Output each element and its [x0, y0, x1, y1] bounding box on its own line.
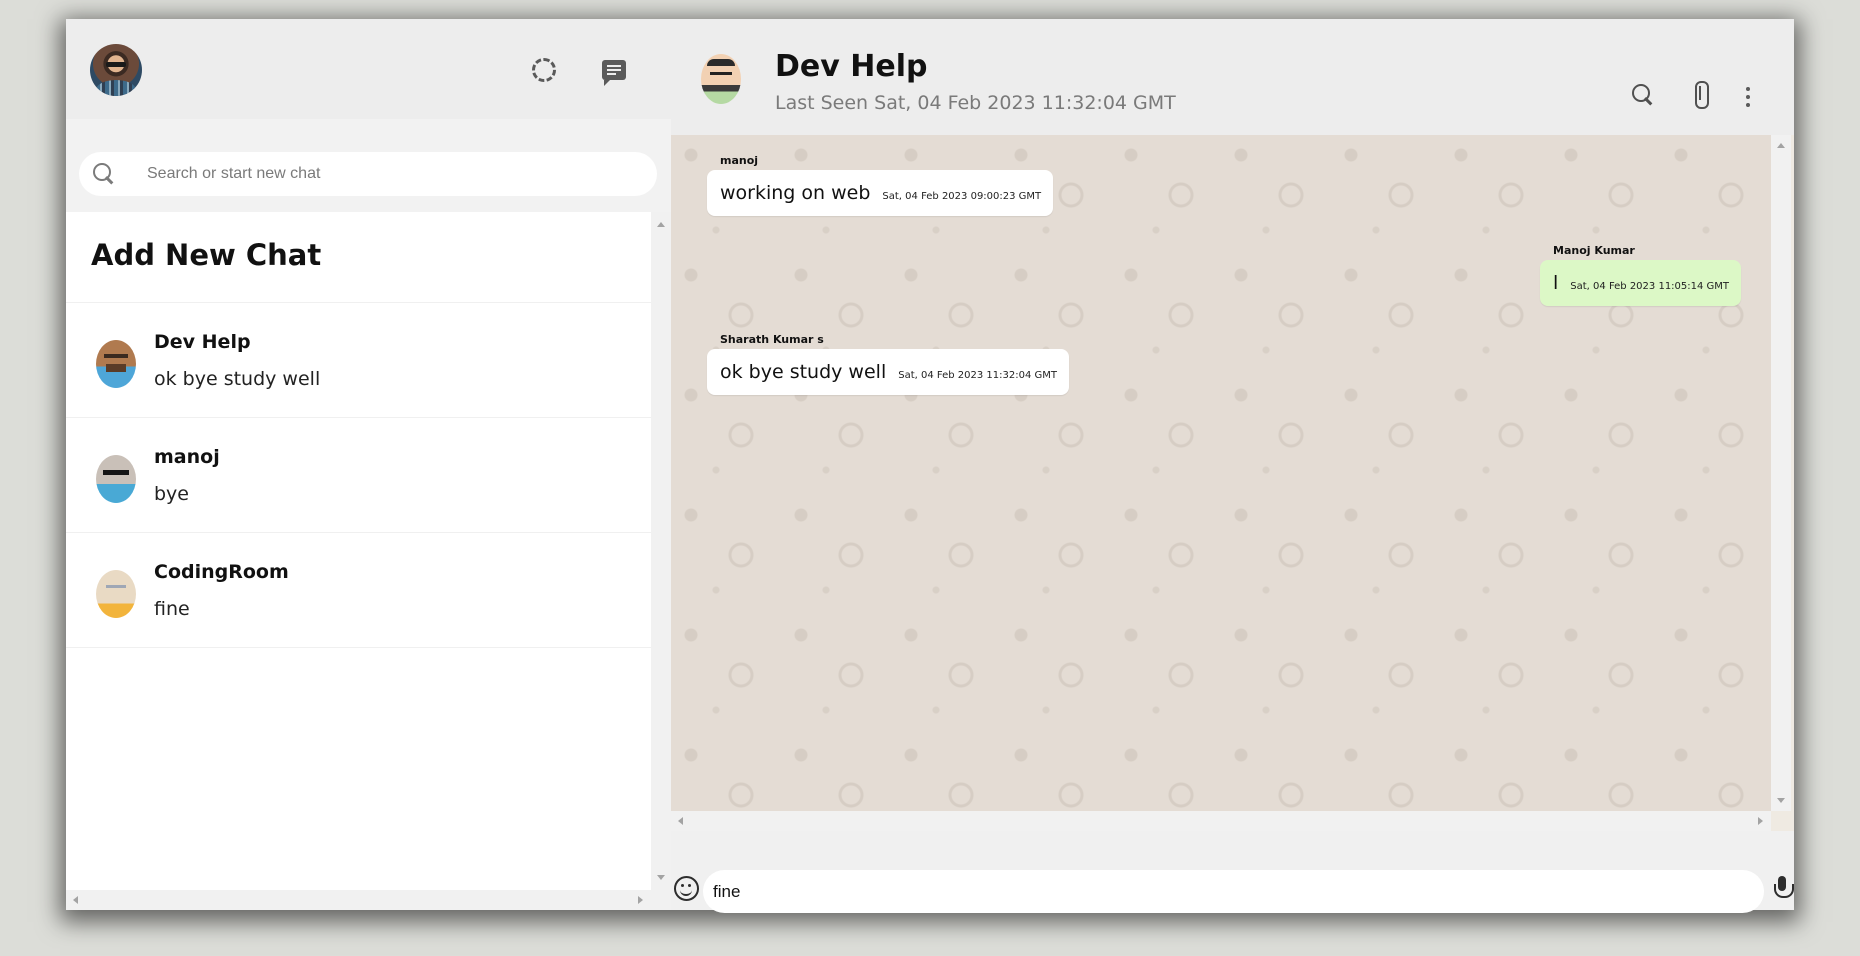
- search-icon: [93, 163, 115, 185]
- sidebar: Add New Chat Dev Help ok bye study well …: [66, 19, 687, 910]
- app-window: Add New Chat Dev Help ok bye study well …: [66, 19, 1794, 913]
- chat-name: manoj: [154, 446, 220, 468]
- message-incoming: manoj working on web Sat, 04 Feb 2023 09…: [707, 154, 1054, 216]
- message-sender: Manoj Kumar: [1553, 244, 1635, 257]
- chat-last-message: ok bye study well: [154, 368, 321, 390]
- chat-list: Add New Chat Dev Help ok bye study well …: [66, 212, 651, 906]
- message-incoming: Sharath Kumar s ok bye study well Sat, 0…: [707, 333, 1069, 395]
- search-box[interactable]: [79, 152, 657, 196]
- chat-last-message: bye: [154, 483, 189, 505]
- search-input[interactable]: [147, 152, 637, 196]
- chat-last-message: fine: [154, 598, 190, 620]
- message-outgoing: Manoj Kumar l Sat, 04 Feb 2023 11:05:14 …: [1540, 244, 1742, 306]
- message-area: manoj working on web Sat, 04 Feb 2023 09…: [671, 135, 1771, 811]
- chat-name: Dev Help: [154, 331, 251, 353]
- contact-name: Dev Help: [775, 49, 928, 84]
- compose-bar: [671, 831, 1794, 913]
- contact-avatar[interactable]: [701, 54, 741, 104]
- chat-item-codingroom[interactable]: CodingRoom fine: [66, 533, 651, 648]
- message-bubble: ok bye study well Sat, 04 Feb 2023 11:32…: [707, 349, 1069, 395]
- search-icon[interactable]: [1629, 81, 1659, 111]
- conversation-header: Dev Help Last Seen Sat, 04 Feb 2023 11:3…: [671, 19, 1794, 135]
- message-input[interactable]: [703, 870, 1764, 913]
- message-sender: manoj: [720, 154, 759, 167]
- conversation-panel: Dev Help Last Seen Sat, 04 Feb 2023 11:3…: [671, 19, 1794, 913]
- emoji-icon[interactable]: [674, 876, 699, 901]
- chat-item-dev-help[interactable]: Dev Help ok bye study well: [66, 303, 651, 418]
- status-icon[interactable]: [529, 55, 559, 85]
- sidebar-horizontal-scrollbar[interactable]: [66, 890, 651, 910]
- avatar: [96, 455, 136, 503]
- chat-name: CodingRoom: [154, 561, 289, 583]
- sidebar-vertical-scrollbar[interactable]: [651, 212, 671, 910]
- message-text: working on web: [720, 182, 871, 204]
- add-new-chat-heading[interactable]: Add New Chat: [66, 212, 651, 303]
- message-bubble: l Sat, 04 Feb 2023 11:05:14 GMT: [1540, 260, 1742, 306]
- profile-avatar[interactable]: [90, 44, 142, 96]
- avatar: [96, 570, 136, 618]
- message-vertical-scrollbar[interactable]: [1771, 135, 1791, 811]
- menu-dots-icon[interactable]: [1733, 82, 1763, 112]
- sidebar-header: [66, 19, 687, 119]
- search-section: [66, 119, 671, 212]
- message-timestamp: Sat, 04 Feb 2023 11:05:14 GMT: [1570, 281, 1730, 292]
- message-text: ok bye study well: [720, 361, 887, 383]
- new-chat-icon[interactable]: [599, 55, 629, 86]
- attach-icon[interactable]: [1687, 79, 1717, 109]
- message-bubble: working on web Sat, 04 Feb 2023 09:00:23…: [707, 170, 1054, 216]
- avatar: [96, 340, 136, 388]
- message-timestamp: Sat, 04 Feb 2023 11:32:04 GMT: [898, 370, 1057, 381]
- last-seen-status: Last Seen Sat, 04 Feb 2023 11:32:04 GMT: [775, 92, 1176, 114]
- chat-item-manoj[interactable]: manoj bye: [66, 418, 651, 533]
- microphone-icon[interactable]: [1772, 876, 1794, 903]
- message-text: l: [1553, 272, 1559, 294]
- message-sender: Sharath Kumar s: [720, 333, 824, 346]
- message-horizontal-scrollbar[interactable]: [671, 811, 1771, 831]
- message-timestamp: Sat, 04 Feb 2023 09:00:23 GMT: [882, 191, 1042, 202]
